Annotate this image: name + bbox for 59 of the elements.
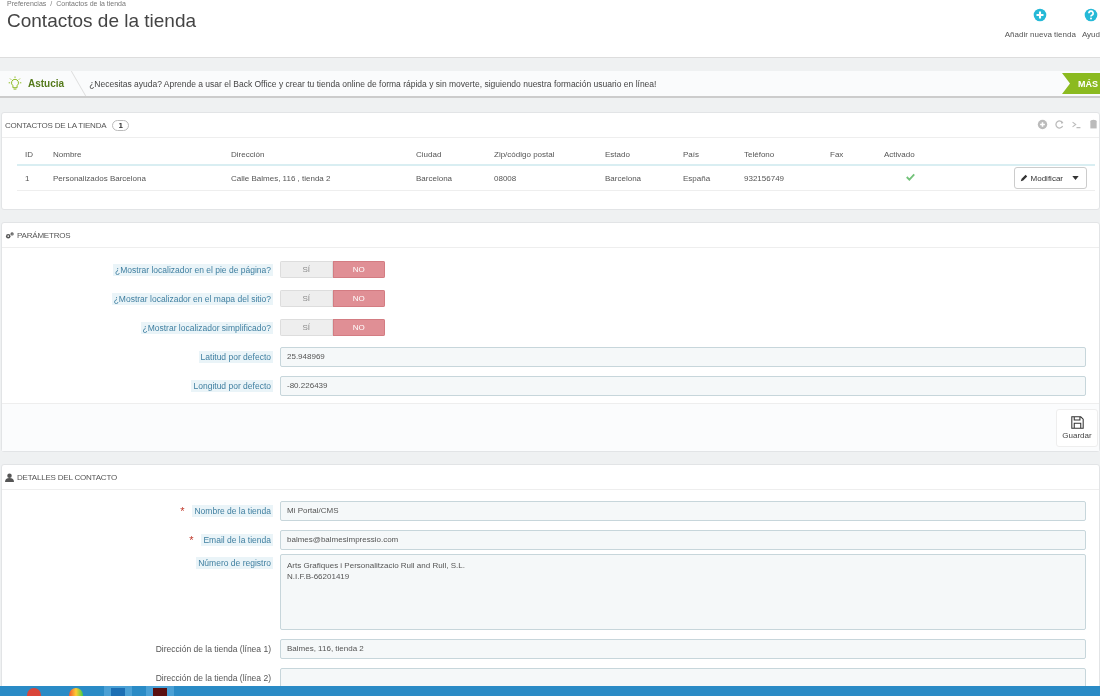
- column-header: Zip/código postal: [486, 144, 597, 165]
- required-mark: *: [189, 533, 194, 546]
- field-label: Longitud por defecto: [191, 379, 273, 392]
- column-header: Dirección: [223, 144, 408, 165]
- field-label: Dirección de la tienda (línea 1): [154, 642, 272, 655]
- terminal-icon[interactable]: [1071, 119, 1082, 130]
- field-label: ¿Mostrar localizador en el mapa del sitio?: [111, 292, 273, 305]
- folder-icon[interactable]: [104, 686, 132, 696]
- input-field[interactable]: [280, 667, 1086, 688]
- panel-title: PARÁMETROS: [17, 230, 71, 240]
- field-label: Latitud por defecto: [198, 350, 273, 363]
- database-icon[interactable]: [1088, 119, 1099, 130]
- user-icon: [5, 472, 14, 482]
- column-header: Nombre: [45, 144, 223, 165]
- edit-button[interactable]: Modificar: [1013, 167, 1087, 189]
- tip-label: Astucia: [28, 78, 65, 89]
- add-icon: [1033, 8, 1048, 22]
- field-label: Dirección de la tienda (línea 2): [154, 671, 272, 684]
- toolbar-link[interactable]: Ayud: [1081, 8, 1100, 57]
- table-cell: 932156749: [744, 173, 785, 183]
- page-title: Contactos de la tienda: [7, 10, 197, 32]
- column-header: Ciudad: [408, 144, 486, 165]
- table-cell: 1: [25, 173, 30, 183]
- input-field[interactable]: 25.948969: [280, 346, 1086, 367]
- field-label: Número de registro: [196, 557, 273, 569]
- toolbar-link[interactable]: Añadir nueva tienda: [1004, 8, 1076, 57]
- table-cell: Barcelona: [605, 173, 642, 183]
- lightbulb-icon: [8, 76, 22, 91]
- field-label: Email de la tienda: [201, 533, 273, 546]
- tip-text: ¿Necesitas ayuda? Aprende a usar el Back Office y crear tu tienda online de forma rápida y sin moverte, siguiendo nuestra formación usuario en línea!: [89, 78, 657, 89]
- field-label: Nombre de la tienda: [192, 504, 273, 517]
- table-cell: Barcelona: [416, 173, 453, 183]
- table-cell: 08008: [494, 173, 517, 183]
- input-field[interactable]: Balmes, 116, tienda 2: [280, 638, 1086, 659]
- panel-title: CONTACTOS DE LA TIENDA: [5, 120, 107, 130]
- table-cell: Calle Balmes, 116 , tienda 2: [231, 173, 331, 183]
- field-label: ¿Mostrar localizador en el pie de página?: [113, 263, 273, 276]
- table-cell: Personalizados Barcelona: [53, 173, 146, 183]
- add-icon[interactable]: [1037, 119, 1048, 130]
- table-cell: España: [683, 173, 711, 183]
- column-header: ID: [17, 144, 45, 165]
- app-icon[interactable]: [146, 686, 174, 696]
- field-label: ¿Mostrar localizador simplificado?: [140, 321, 273, 334]
- required-mark: *: [180, 504, 185, 517]
- column-header: País: [675, 144, 736, 165]
- pencil-icon: [1019, 174, 1028, 182]
- input-field[interactable]: Mi Portal/CMS: [280, 500, 1086, 521]
- input-field[interactable]: -80.226439: [280, 375, 1086, 396]
- text-area[interactable]: Arts Grafiques i Personalitzacio Rull and Rull, S.L. N.I.F.B-66201419: [280, 554, 1086, 630]
- refresh-icon[interactable]: [1054, 119, 1065, 130]
- save-button[interactable]: Guardar: [1056, 408, 1098, 447]
- gears-icon: [5, 230, 14, 240]
- column-header: Fax: [822, 144, 876, 165]
- column-header: Estado: [597, 144, 675, 165]
- column-header: Teléfono: [736, 144, 822, 165]
- panel-title: DETALLES DEL CONTACTO: [17, 472, 117, 482]
- input-field[interactable]: balmes@balmesimpressio.com: [280, 529, 1086, 550]
- column-header: Activado: [876, 144, 952, 165]
- caret-icon: [1072, 176, 1079, 180]
